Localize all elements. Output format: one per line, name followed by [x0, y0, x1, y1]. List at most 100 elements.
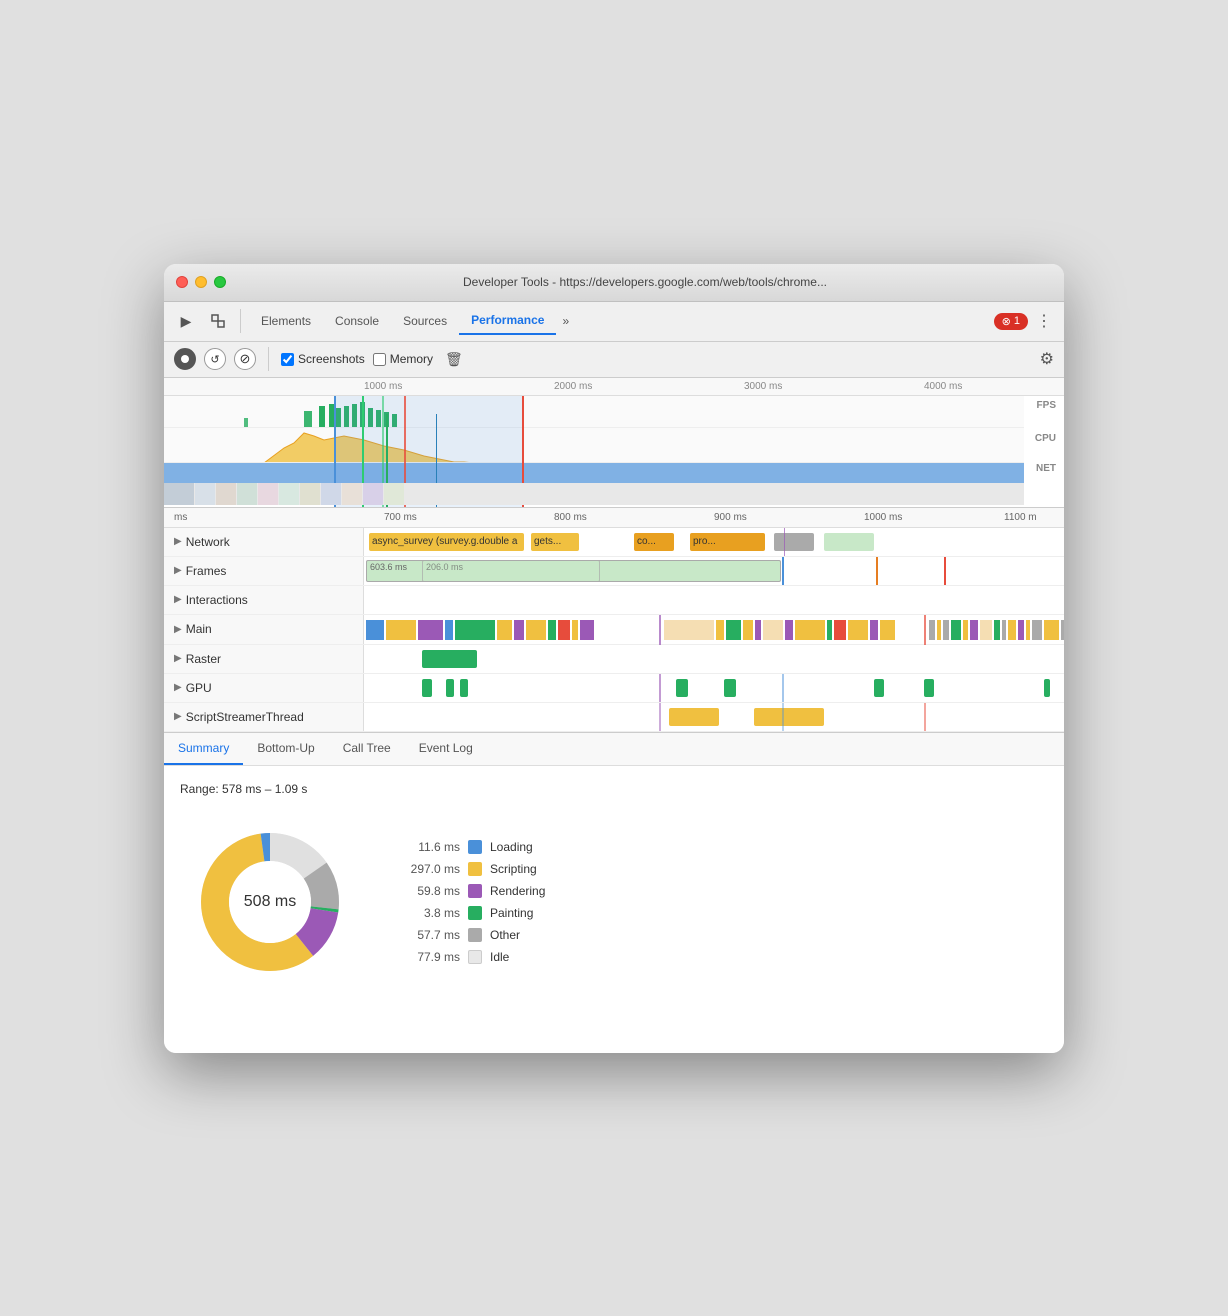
streamer-bar-2 [754, 708, 824, 726]
legend-color-scripting [468, 862, 482, 876]
timeline-overview[interactable]: 1000 ms 2000 ms 3000 ms 4000 ms FPS CPU … [164, 378, 1064, 508]
clear-button[interactable]: ⊘ [234, 348, 256, 370]
network-bar-5 [774, 533, 814, 551]
error-badge[interactable]: ⊗1 [994, 313, 1028, 330]
track-name-main: Main [186, 622, 212, 636]
track-raster: ▶ Raster [164, 645, 1064, 674]
streamer-blue-line [782, 703, 784, 731]
record-button[interactable] [174, 348, 196, 370]
donut-center-label: 508 ms [244, 893, 296, 911]
legend-color-loading [468, 840, 482, 854]
track-label-network[interactable]: ▶ Network [164, 528, 364, 556]
time-mark-800: 800 ms [554, 512, 587, 523]
track-gpu: ▶ GPU [164, 674, 1064, 703]
bottom-panel: Summary Bottom-Up Call Tree Event Log Ra… [164, 733, 1064, 1053]
tab-sources[interactable]: Sources [391, 308, 459, 334]
window-title: Developer Tools - https://developers.goo… [238, 275, 1052, 289]
network-bar-label-3: co... [637, 536, 656, 547]
ruler-mark-3000: 3000 ms [744, 381, 782, 392]
cpu-row [164, 428, 1024, 463]
title-bar: Developer Tools - https://developers.goo… [164, 264, 1064, 302]
track-label-frames[interactable]: ▶ Frames [164, 557, 364, 585]
gpu-bar-3 [460, 679, 468, 697]
memory-label: Memory [390, 352, 433, 366]
legend-label-idle: Idle [490, 950, 509, 964]
tab-event-log[interactable]: Event Log [405, 733, 487, 765]
screenshots-label: Screenshots [298, 352, 365, 366]
legend-loading: 11.6 ms Loading [400, 840, 545, 854]
memory-toggle[interactable]: Memory [373, 352, 433, 366]
legend-color-other [468, 928, 482, 942]
screenshots-checkbox[interactable] [281, 353, 294, 366]
minimize-button[interactable] [195, 276, 207, 288]
arrow-icon: ▶ [174, 565, 182, 576]
devtools-toolbar: ▶ Elements Console Sources Performance »… [164, 302, 1064, 342]
legend-other: 57.7 ms Other [400, 928, 545, 942]
fps-row [164, 396, 1024, 428]
settings-icon[interactable]: ⚙ [1040, 349, 1054, 369]
inspect-icon[interactable] [204, 307, 232, 335]
screenshots-toggle[interactable]: Screenshots [281, 352, 365, 366]
track-name-script-streamer: ScriptStreamerThread [186, 710, 304, 724]
gpu-bar-5 [724, 679, 736, 697]
track-label-interactions[interactable]: ▶ Interactions [164, 586, 364, 614]
bottom-tabs: Summary Bottom-Up Call Tree Event Log [164, 733, 1064, 766]
track-label-script-streamer[interactable]: ▶ ScriptStreamerThread [164, 703, 364, 731]
tab-call-tree[interactable]: Call Tree [329, 733, 405, 765]
time-mark-1100: 1100 m [1004, 512, 1037, 523]
gpu-blue-line [782, 674, 784, 702]
track-script-streamer: ▶ ScriptStreamerThread [164, 703, 1064, 732]
track-content-script-streamer [364, 703, 1064, 731]
arrow-icon: ▶ [174, 682, 182, 693]
track-label-gpu[interactable]: ▶ GPU [164, 674, 364, 702]
legend-ms-rendering: 59.8 ms [400, 884, 460, 898]
tab-console[interactable]: Console [323, 308, 391, 334]
ruler-mark-2000: 2000 ms [554, 381, 592, 392]
separator [268, 347, 269, 371]
network-bar-6 [824, 533, 874, 551]
tab-more[interactable]: » [556, 310, 575, 332]
legend-label-scripting: Scripting [490, 862, 537, 876]
close-button[interactable] [176, 276, 188, 288]
legend-ms-idle: 77.9 ms [400, 950, 460, 964]
legend-label-other: Other [490, 928, 520, 942]
track-main: ▶ Main [164, 615, 1064, 645]
frames-blue-tick [782, 557, 784, 585]
legend-ms-other: 57.7 ms [400, 928, 460, 942]
gpu-bar-6 [874, 679, 884, 697]
legend-ms-painting: 3.8 ms [400, 906, 460, 920]
streamer-bar-1 [669, 708, 719, 726]
tab-bottom-up[interactable]: Bottom-Up [243, 733, 328, 765]
network-bar-2: gets... [531, 533, 579, 551]
tab-performance[interactable]: Performance [459, 307, 556, 335]
timeline-ruler: 1000 ms 2000 ms 3000 ms 4000 ms [164, 378, 1064, 396]
streamer-red-line [924, 703, 926, 731]
pointer-icon[interactable]: ▶ [172, 307, 200, 335]
frames-orange-tick-1 [876, 557, 878, 585]
track-network: ▶ Network async_survey (survey.g.double … [164, 528, 1064, 557]
frame-label-2: 206.0 ms [426, 562, 463, 572]
network-bar-3: co... [634, 533, 674, 551]
track-label-raster[interactable]: ▶ Raster [164, 645, 364, 673]
summary-grid: 508 ms 11.6 ms Loading 297.0 ms Scriptin… [180, 812, 1048, 992]
tab-summary[interactable]: Summary [164, 733, 243, 765]
arrow-icon: ▶ [174, 653, 182, 664]
ruler-mark-4000: 4000 ms [924, 381, 962, 392]
reload-button[interactable]: ↺ [204, 348, 226, 370]
trash-icon[interactable]: 🗑 [445, 351, 463, 368]
time-ruler-detail: ms 700 ms 800 ms 900 ms 1000 ms 1100 m [164, 508, 1064, 528]
gpu-purple-line [659, 674, 661, 702]
frames-red-tick [944, 557, 946, 585]
maximize-button[interactable] [214, 276, 226, 288]
summary-legend: 11.6 ms Loading 297.0 ms Scripting 59.8 … [400, 840, 545, 964]
raster-bar [422, 650, 477, 668]
streamer-purple-line [659, 703, 661, 731]
memory-checkbox[interactable] [373, 353, 386, 366]
more-options-icon[interactable]: ⋮ [1032, 309, 1056, 333]
tab-elements[interactable]: Elements [249, 308, 323, 334]
track-label-main[interactable]: ▶ Main [164, 615, 364, 644]
ruler-mark-1000: 1000 ms [364, 381, 402, 392]
track-content-raster [364, 645, 1064, 673]
gpu-bar-8 [1044, 679, 1050, 697]
network-bar-label-1: async_survey (survey.g.double a [372, 536, 517, 547]
